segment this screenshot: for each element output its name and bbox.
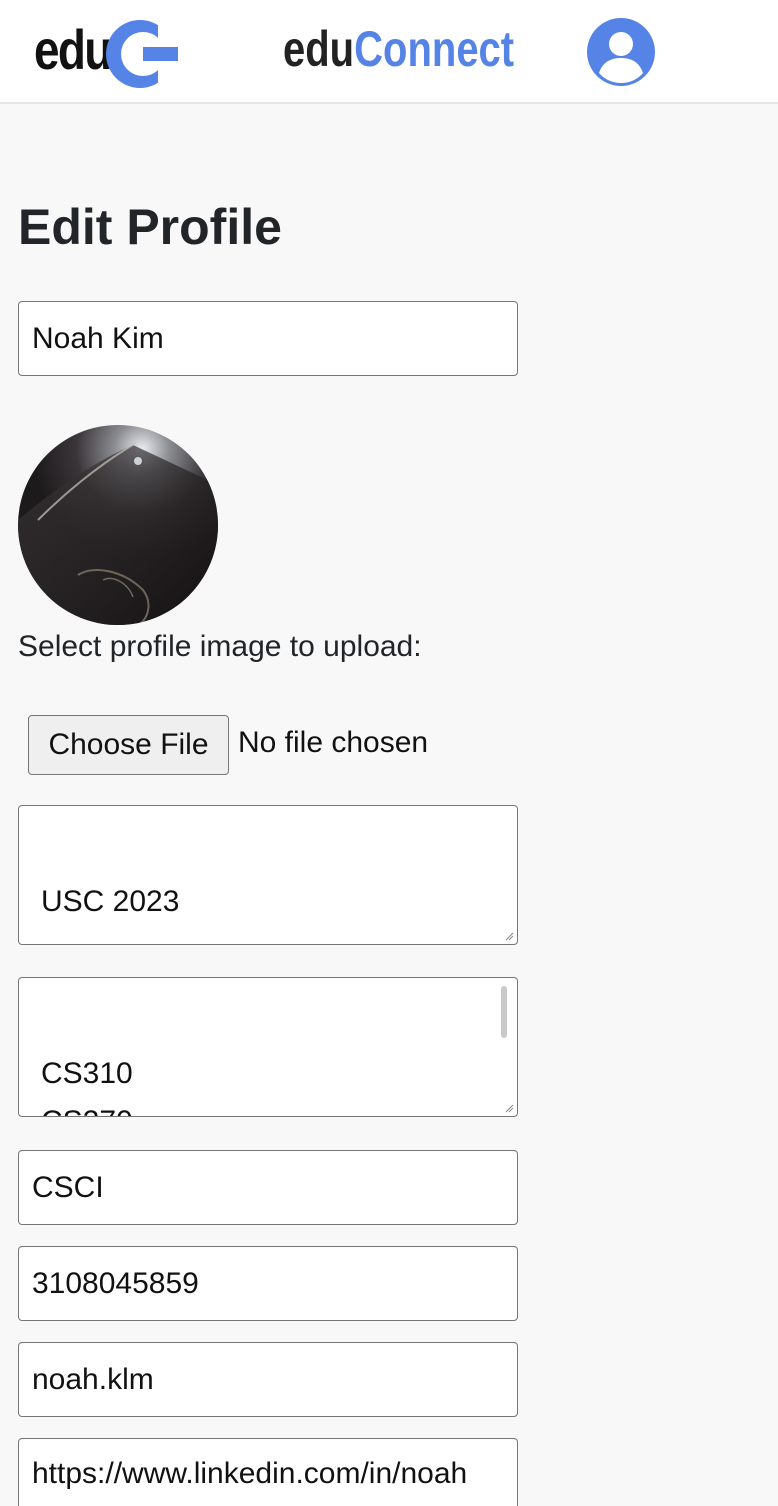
resize-grip-icon[interactable] <box>505 932 514 941</box>
instagram-input[interactable] <box>18 1342 518 1417</box>
brand-name[interactable]: eduConnect <box>283 24 514 74</box>
textarea-scrollbar[interactable] <box>501 986 507 1038</box>
linkedin-input[interactable] <box>18 1438 518 1506</box>
name-input[interactable] <box>18 301 518 376</box>
logo-text: edu <box>34 18 112 81</box>
courses-textarea[interactable]: CS310 CS270 EE109 <box>18 977 518 1117</box>
upload-label: Select profile image to upload: <box>18 630 422 663</box>
profile-avatar <box>18 425 218 625</box>
educonnect-logo[interactable]: edu <box>34 16 179 92</box>
profile-photo <box>18 425 218 625</box>
file-status-text: No file chosen <box>238 726 429 759</box>
resize-grip-icon[interactable] <box>505 1104 514 1113</box>
page-title: Edit Profile <box>18 199 282 255</box>
user-circle-icon <box>587 18 655 86</box>
brand-name-part2: Connect <box>354 21 515 77</box>
school-year-textarea[interactable]: USC 2023 <box>18 805 518 945</box>
navbar: edu eduConnect <box>0 0 778 104</box>
brand-name-part1: edu <box>283 21 355 77</box>
logo-c-mark-icon <box>106 16 178 92</box>
phone-input[interactable] <box>18 1246 518 1321</box>
major-input[interactable] <box>18 1150 518 1225</box>
courses-value: CS310 CS270 EE109 <box>41 1057 133 1116</box>
school-year-value: USC 2023 <box>41 885 180 918</box>
choose-file-button[interactable]: Choose File <box>28 715 229 775</box>
profile-button[interactable] <box>586 17 656 87</box>
